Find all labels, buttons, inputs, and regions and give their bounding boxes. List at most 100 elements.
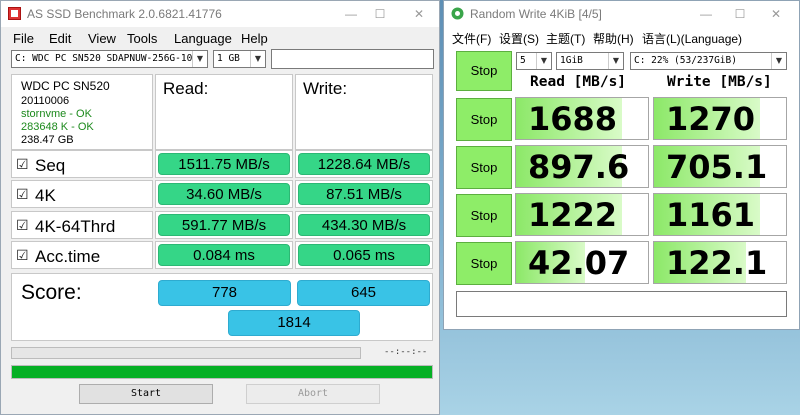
checkbox-icon[interactable]: ☑ xyxy=(16,248,29,264)
write-column-header: Write [MB/s] xyxy=(667,74,772,90)
test-label: 4K xyxy=(35,186,56,205)
crystaldiskmark-window: Random Write 4KiB [4/5] — ☐ ✕ 文件(F) 设置(S… xyxy=(443,0,800,330)
read-result-cell: 1222 xyxy=(515,193,649,236)
seq-read-result: 1511.75 MB/s xyxy=(158,153,290,175)
read-result-cell: 1688 xyxy=(515,97,649,140)
write-header-panel: Write: xyxy=(295,74,433,150)
write-result-cell: 1161 xyxy=(653,193,787,236)
test-row-seq[interactable]: ☑ Seq xyxy=(11,150,153,178)
drive-alignment-status: 283648 K - OK xyxy=(21,121,94,133)
test-row-4k[interactable]: ☑ 4K xyxy=(11,180,153,208)
rnd4k-q1t1-write: 122.1 xyxy=(666,244,768,282)
size-select-value: 1 GB xyxy=(217,53,240,64)
test-row-acc-time[interactable]: ☑ Acc.time xyxy=(11,241,153,269)
maximize-icon[interactable]: ☐ xyxy=(730,7,750,21)
drive-select-value: C: 22% (53/237GiB) xyxy=(634,55,737,66)
stop-button[interactable]: Stop xyxy=(456,194,512,237)
read-column-header: Read [MB/s] xyxy=(530,74,627,90)
start-button[interactable]: Start xyxy=(79,384,213,404)
read-header-panel: Read: xyxy=(155,74,293,150)
maximize-icon[interactable]: ☐ xyxy=(370,7,390,21)
seq-write-result: 1228.64 MB/s xyxy=(298,153,430,175)
rnd4k-q32t16-read: 1222 xyxy=(528,196,618,234)
4k-64thrd-write-result: 434.30 MB/s xyxy=(298,214,430,236)
result-cell: 1511.75 MB/s xyxy=(155,150,293,178)
chevron-down-icon: ▼ xyxy=(536,53,551,69)
stop-button[interactable]: Stop xyxy=(456,98,512,141)
result-cell: 434.30 MB/s xyxy=(295,211,433,239)
menu-theme[interactable]: 主题(T) xyxy=(546,30,585,47)
write-result-cell: 122.1 xyxy=(653,241,787,284)
menu-view[interactable]: View xyxy=(88,31,116,46)
menu-settings[interactable]: 设置(S) xyxy=(499,30,539,47)
menu-file[interactable]: 文件(F) xyxy=(452,30,491,47)
info-textbox[interactable] xyxy=(271,49,434,69)
desktop: { "asssd": { "title": "AS SSD Benchmark … xyxy=(0,0,800,415)
score-write: 645 xyxy=(297,280,430,306)
write-result-cell: 1270 xyxy=(653,97,787,140)
count-select-value: 5 xyxy=(520,55,526,66)
drive-capacity: 238.47 GB xyxy=(21,134,74,146)
menu-language[interactable]: Language xyxy=(174,31,232,46)
test-label: Acc.time xyxy=(35,247,101,266)
size-select[interactable]: 1GiB ▼ xyxy=(556,52,624,70)
close-icon[interactable]: ✕ xyxy=(409,7,429,21)
read-header: Read: xyxy=(163,79,209,98)
checkbox-icon[interactable]: ☑ xyxy=(16,218,29,234)
size-select[interactable]: 1 GB ▼ xyxy=(213,50,266,68)
menu-bar: 文件(F) 设置(S) 主题(T) 帮助(H) 语言(L)(Language) xyxy=(444,27,799,47)
drive-select[interactable]: C: WDC PC SN520 SDAPNUW-256G-1006 ▼ xyxy=(11,50,208,68)
elapsed-time: --:--:-- xyxy=(384,347,428,357)
count-select[interactable]: 5 ▼ xyxy=(516,52,552,70)
minimize-icon[interactable]: — xyxy=(696,7,716,21)
seq1m-q1t1-read: 897.6 xyxy=(528,148,630,186)
menu-help[interactable]: Help xyxy=(241,31,268,46)
total-progress-fill xyxy=(12,366,432,378)
4k-64thrd-read-result: 591.77 MB/s xyxy=(158,214,290,236)
result-cell: 591.77 MB/s xyxy=(155,211,293,239)
test-row-4k-64thrd[interactable]: ☑ 4K-64Thrd xyxy=(11,211,153,239)
minimize-icon[interactable]: — xyxy=(341,7,361,21)
score-label: Score: xyxy=(21,281,82,304)
menu-bar: File Edit View Tools Language Help xyxy=(1,27,439,49)
result-cell: 0.084 ms xyxy=(155,241,293,269)
current-progress-bar xyxy=(11,347,361,359)
score-read: 778 xyxy=(158,280,291,306)
drive-model: WDC PC SN520 xyxy=(21,79,110,93)
menu-help[interactable]: 帮助(H) xyxy=(593,30,634,47)
chevron-down-icon: ▼ xyxy=(192,51,207,67)
acc-time-read-result: 0.084 ms xyxy=(158,244,290,266)
seq1m-q1t1-write: 705.1 xyxy=(666,148,768,186)
result-cell: 1228.64 MB/s xyxy=(295,150,433,178)
abort-button[interactable]: Abort xyxy=(246,384,380,404)
checkbox-icon[interactable]: ☑ xyxy=(16,157,29,173)
title-bar: Random Write 4KiB [4/5] — ☐ ✕ xyxy=(444,1,799,27)
chevron-down-icon: ▼ xyxy=(608,53,623,69)
test-label: Seq xyxy=(35,156,66,175)
test-label: 4K-64Thrd xyxy=(35,217,116,236)
write-header: Write: xyxy=(303,79,348,98)
rnd4k-q1t1-read: 42.07 xyxy=(528,244,630,282)
close-icon[interactable]: ✕ xyxy=(766,7,786,21)
seq1m-q8t1-write: 1270 xyxy=(666,100,756,138)
stop-button[interactable]: Stop xyxy=(456,146,512,189)
app-icon xyxy=(8,7,21,20)
stop-all-button[interactable]: Stop xyxy=(456,51,512,91)
write-result-cell: 705.1 xyxy=(653,145,787,188)
menu-file[interactable]: File xyxy=(13,31,34,46)
rnd4k-q32t16-write: 1161 xyxy=(666,196,756,234)
stop-button[interactable]: Stop xyxy=(456,242,512,285)
drive-select-value: C: WDC PC SN520 SDAPNUW-256G-1006 xyxy=(15,53,204,64)
comment-field[interactable] xyxy=(456,291,787,317)
menu-tools[interactable]: Tools xyxy=(127,31,157,46)
4k-write-result: 87.51 MB/s xyxy=(298,183,430,205)
menu-language[interactable]: 语言(L)(Language) xyxy=(642,30,742,47)
window-title: Random Write 4KiB [4/5] xyxy=(470,7,602,21)
chevron-down-icon: ▼ xyxy=(250,51,265,67)
title-bar: AS SSD Benchmark 2.0.6821.41776 — ☐ ✕ xyxy=(1,1,439,27)
checkbox-icon[interactable]: ☑ xyxy=(16,187,29,203)
menu-edit[interactable]: Edit xyxy=(49,31,71,46)
result-cell: 34.60 MB/s xyxy=(155,180,293,208)
drive-select[interactable]: C: 22% (53/237GiB) ▼ xyxy=(630,52,787,70)
drive-firmware: 20110006 xyxy=(21,95,70,107)
